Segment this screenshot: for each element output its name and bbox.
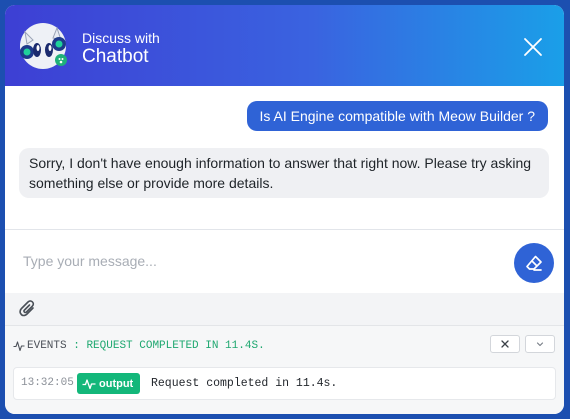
- user-message: Is AI Engine compatible with Meow Builde…: [246, 101, 548, 131]
- paperclip-icon[interactable]: [18, 299, 38, 319]
- close-icon[interactable]: [520, 34, 546, 60]
- chat-header: Discuss with Chatbot: [5, 5, 564, 86]
- message-composer: [5, 230, 564, 293]
- events-label: EVENTS: [27, 340, 67, 352]
- event-message: Request completed in 11.4s.: [151, 377, 338, 390]
- eraser-icon: [526, 255, 542, 271]
- events-status: REQUEST COMPLETED IN 11.4S.: [86, 340, 265, 352]
- event-row: 13:32:05 output Request completed in 11.…: [13, 367, 556, 400]
- clear-events-button[interactable]: [490, 335, 520, 353]
- pulse-icon: [13, 341, 25, 352]
- events-separator: :: [73, 340, 80, 352]
- chevron-down-icon: [536, 342, 544, 347]
- bot-message: Sorry, I don't have enough information t…: [19, 148, 549, 198]
- header-title: Chatbot: [82, 46, 149, 67]
- chatbot-avatar-icon: [20, 23, 67, 69]
- clear-button[interactable]: [514, 243, 554, 283]
- message-list: Is AI Engine compatible with Meow Builde…: [5, 86, 564, 230]
- collapse-events-button[interactable]: [525, 335, 555, 353]
- chatbot-widget: Discuss with Chatbot Is AI Engine compat…: [5, 5, 564, 414]
- event-tag: output: [77, 373, 141, 394]
- event-timestamp: 13:32:05: [21, 377, 74, 389]
- events-panel: EVENTS : REQUEST COMPLETED IN 11.4S. 13:…: [5, 325, 564, 414]
- pulse-icon: [82, 378, 96, 389]
- close-icon: [501, 340, 509, 348]
- events-header: EVENTS : REQUEST COMPLETED IN 11.4S.: [13, 339, 265, 353]
- event-tag-label: output: [99, 377, 134, 390]
- attachment-bar: [5, 293, 564, 325]
- header-subtitle: Discuss with: [82, 30, 160, 46]
- message-input[interactable]: [23, 248, 493, 274]
